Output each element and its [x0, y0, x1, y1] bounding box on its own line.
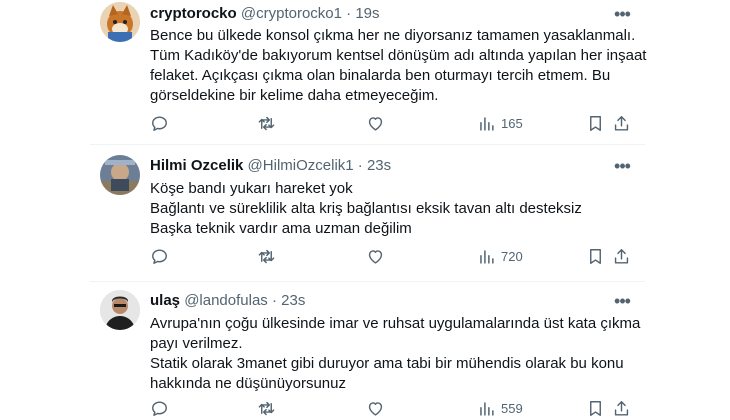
separator-dot: · — [271, 292, 277, 309]
views-count: 720 — [501, 248, 523, 264]
retweet-button[interactable] — [257, 111, 276, 135]
share-button[interactable] — [612, 396, 631, 420]
more-dots-icon[interactable]: ••• — [610, 4, 634, 24]
share-button[interactable] — [612, 111, 631, 135]
views-icon — [480, 249, 494, 264]
bookmark-icon — [590, 115, 601, 131]
tweet-text: Bence bu ülkede konsol çıkma her ne diyo… — [150, 26, 650, 106]
retweet-icon — [258, 116, 275, 130]
bookmark-button[interactable] — [586, 244, 605, 268]
tweet-line: hakkında ne düşünüyorsunuz — [150, 375, 346, 392]
reply-icon — [152, 115, 167, 131]
share-icon — [614, 400, 629, 416]
reply-icon — [152, 248, 167, 264]
retweet-icon — [258, 249, 275, 263]
more-dots-icon[interactable]: ••• — [610, 291, 634, 311]
tweet-line: Tüm Kadıköy'de bakıyorum kentsel dönüşüm… — [150, 47, 647, 64]
user-handle[interactable]: @cryptorocko1 — [241, 5, 342, 22]
tweet[interactable]: cryptorocko @cryptorocko1 · 19s ••• Benc… — [0, 0, 730, 145]
like-button[interactable] — [366, 396, 385, 420]
retweet-button[interactable] — [257, 396, 276, 420]
tweet-line: görseldekine bir kelime daha etmeyeceğim… — [150, 87, 439, 104]
avatar[interactable] — [100, 2, 140, 42]
tweet-time[interactable]: 19s — [355, 5, 379, 22]
reply-button[interactable] — [150, 111, 169, 135]
retweet-icon — [258, 401, 275, 415]
tweet-header: cryptorocko @cryptorocko1 · 19s — [150, 4, 380, 24]
reply-icon — [152, 400, 167, 416]
tweet-header: ulaş @landofulas · 23s — [150, 291, 305, 311]
user-name[interactable]: ulaş — [150, 292, 180, 309]
action-bar: 559 — [0, 396, 730, 420]
reply-button[interactable] — [150, 396, 169, 420]
tweet-line: Bence bu ülkede konsol çıkma her ne diyo… — [150, 27, 636, 44]
like-button[interactable] — [366, 111, 385, 135]
share-button[interactable] — [612, 244, 631, 268]
avatar-fox-icon — [100, 2, 140, 42]
views-button[interactable]: 165 — [477, 111, 523, 135]
action-bar: 720 — [0, 244, 730, 268]
user-handle[interactable]: @HilmiOzcelik1 — [248, 157, 354, 174]
avatar[interactable] — [100, 155, 140, 195]
like-icon — [368, 249, 383, 264]
tweet-line: Statik olarak 3manet gibi duruyor ama ta… — [150, 355, 624, 372]
tweet-time[interactable]: 23s — [281, 292, 305, 309]
tweet-line: Avrupa'nın çoğu ülkesinde imar ve ruhsat… — [150, 315, 641, 332]
tweet-text: Köşe bandı yukarı hareket yok Bağlantı v… — [150, 179, 650, 239]
share-icon — [614, 248, 629, 264]
like-icon — [368, 401, 383, 416]
tweet-line: Köşe bandı yukarı hareket yok — [150, 180, 353, 197]
avatar[interactable] — [100, 290, 140, 330]
views-icon — [480, 116, 494, 131]
tweet-line: Bağlantı ve süreklilik alta kriş bağlant… — [150, 200, 582, 217]
tweet-text: Avrupa'nın çoğu ülkesinde imar ve ruhsat… — [150, 314, 650, 394]
tweet-line: payı verilmez. — [150, 335, 243, 352]
views-count: 165 — [501, 115, 523, 131]
views-icon — [480, 401, 494, 416]
avatar-photo-icon — [100, 155, 140, 195]
tweet-header: Hilmi Ozcelik @HilmiOzcelik1 · 23s — [150, 156, 391, 176]
action-bar: 165 — [0, 111, 730, 135]
separator-dot: · — [357, 157, 363, 174]
share-icon — [614, 115, 629, 131]
bookmark-icon — [590, 248, 601, 264]
separator-dot: · — [346, 5, 352, 22]
tweet-line: Başka teknik vardır ama uzman değilim — [150, 220, 412, 237]
retweet-button[interactable] — [257, 244, 276, 268]
tweet-time[interactable]: 23s — [367, 157, 391, 174]
avatar-person-icon — [100, 290, 140, 330]
reply-button[interactable] — [150, 244, 169, 268]
bookmark-button[interactable] — [586, 111, 605, 135]
bookmark-icon — [590, 400, 601, 416]
tweet[interactable]: Hilmi Ozcelik @HilmiOzcelik1 · 23s ••• K… — [0, 145, 730, 282]
like-button[interactable] — [366, 244, 385, 268]
tweet[interactable]: ulaş @landofulas · 23s ••• Avrupa'nın ço… — [0, 282, 730, 420]
views-button[interactable]: 720 — [477, 244, 523, 268]
bookmark-button[interactable] — [586, 396, 605, 420]
views-button[interactable]: 559 — [477, 396, 523, 420]
user-handle[interactable]: @landofulas — [184, 292, 268, 309]
more-dots-icon[interactable]: ••• — [610, 156, 634, 176]
user-name[interactable]: cryptorocko — [150, 5, 237, 22]
user-name[interactable]: Hilmi Ozcelik — [150, 157, 243, 174]
tweet-line: felaket. Açıkçası çıkma olan binalarda b… — [150, 67, 611, 84]
views-count: 559 — [501, 400, 523, 416]
like-icon — [368, 116, 383, 131]
